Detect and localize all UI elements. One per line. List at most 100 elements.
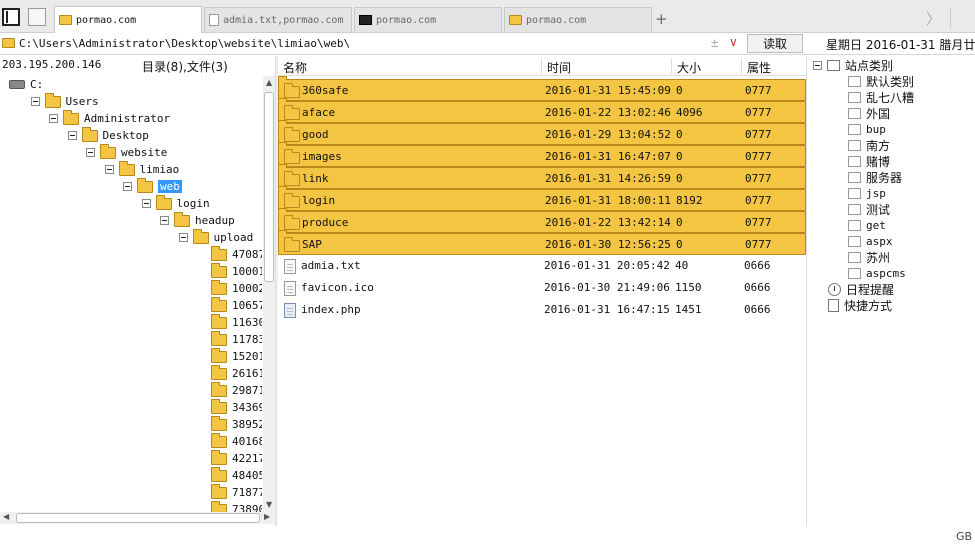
column-divider[interactable]	[671, 58, 672, 74]
tree-node[interactable]: login	[141, 194, 210, 212]
collapse-toggle-icon[interactable]	[813, 60, 822, 70]
file-row[interactable]: index.php 2016-01-31 16:47:15 1451 0666	[278, 299, 806, 321]
category-node[interactable]: 默认类别	[848, 73, 914, 89]
category-node[interactable]: aspx	[848, 233, 893, 249]
tree-node[interactable]: 10002	[211, 279, 262, 297]
tree-node[interactable]: 401683485	[211, 432, 262, 450]
file-row[interactable]: SAP 2016-01-30 12:56:25 0 0777	[278, 230, 806, 255]
column-header-name[interactable]: 名称	[283, 59, 307, 76]
column-header-size[interactable]: 大小	[677, 59, 701, 76]
file-row[interactable]: favicon.ico 2016-01-30 21:49:06 1150 0666	[278, 277, 806, 299]
file-row[interactable]: link 2016-01-31 14:26:59 0 0777	[278, 164, 806, 189]
tab-1[interactable]: pormao.com	[54, 6, 202, 33]
column-divider[interactable]	[541, 58, 542, 74]
file-row[interactable]: 360safe 2016-01-31 15:45:09 0 0777	[278, 76, 806, 101]
item-count: 目录(8),文件(3)	[142, 60, 228, 74]
tree-node[interactable]: 7187744	[211, 483, 262, 501]
category-node[interactable]: 服务器	[848, 169, 902, 185]
folder-icon	[192, 228, 209, 244]
file-row[interactable]: aface 2016-01-22 13:02:46 4096 0777	[278, 98, 806, 123]
path-input[interactable]	[19, 35, 709, 52]
tab-3[interactable]: pormao.com	[354, 7, 502, 32]
file-row[interactable]: login 2016-01-31 18:00:11 8192 0777	[278, 186, 806, 211]
tree-node[interactable]: upload	[178, 228, 253, 246]
read-button[interactable]: 读取	[747, 34, 803, 53]
file-row[interactable]: images 2016-01-31 16:47:07 0 0777	[278, 142, 806, 167]
category-node[interactable]: 苏州	[848, 249, 890, 265]
tab-4[interactable]: pormao.com	[504, 7, 652, 32]
file-row[interactable]: good 2016-01-29 13:04:52 0 0777	[278, 120, 806, 145]
tree-node[interactable]: website	[86, 143, 167, 161]
scroll-tabs-right-icon[interactable]: 〉	[926, 8, 941, 29]
collapse-toggle-icon[interactable]	[123, 182, 132, 191]
category-node[interactable]: 外国	[848, 105, 890, 121]
tree-node[interactable]: 106576177	[211, 296, 262, 314]
category-node[interactable]: 南方	[848, 137, 890, 153]
scroll-up-icon[interactable]: ▲	[266, 78, 272, 87]
tree-node[interactable]: 738904111	[211, 500, 262, 512]
category-node[interactable]: 站点类别	[813, 57, 893, 73]
tree-node[interactable]: 2987161	[211, 381, 262, 399]
plus-minus-icon[interactable]: ±	[711, 36, 718, 50]
category-node[interactable]: 乱七八糟	[848, 89, 914, 105]
collapse-toggle-icon[interactable]	[30, 97, 40, 106]
tree-node[interactable]: 10001	[211, 262, 262, 280]
category-node[interactable]: aspcms	[848, 265, 906, 281]
collapse-toggle-icon[interactable]	[178, 233, 188, 242]
scrollbar-thumb[interactable]	[16, 513, 260, 523]
folder-icon	[155, 194, 172, 210]
tree-node-label: 470878600	[232, 248, 262, 261]
tree-node[interactable]: 484050505	[211, 466, 262, 484]
scroll-right-icon[interactable]: ▶	[264, 512, 270, 521]
pane-splitter[interactable]	[806, 56, 807, 526]
scroll-down-icon[interactable]: ▼	[266, 500, 272, 509]
column-divider[interactable]	[741, 58, 742, 74]
collapse-toggle-icon[interactable]	[141, 199, 151, 208]
collapse-toggle-icon[interactable]	[104, 165, 114, 174]
collapse-toggle-icon[interactable]	[49, 114, 58, 123]
category-node[interactable]: bup	[848, 121, 886, 137]
category-node[interactable]: jsp	[848, 185, 886, 201]
tree-node[interactable]: 261611200	[211, 364, 262, 382]
category-node[interactable]: 赌博	[848, 153, 890, 169]
category-node[interactable]: get	[848, 217, 886, 233]
tree-node[interactable]: 15201	[211, 347, 262, 365]
scrollbar-thumb[interactable]	[264, 92, 274, 282]
category-node[interactable]: 测试	[848, 201, 890, 217]
tree-node[interactable]: 116304273	[211, 313, 262, 331]
square-button-icon[interactable]	[28, 8, 46, 26]
tree-node[interactable]: Administrator	[49, 109, 170, 127]
tab-menu-button[interactable]	[950, 8, 975, 28]
tree-horizontal-scrollbar[interactable]: ◀ ▶	[0, 512, 275, 524]
collapse-toggle-icon[interactable]	[67, 131, 77, 140]
tree-node[interactable]: 3895276	[211, 415, 262, 433]
category-node[interactable]: 日程提醒	[828, 281, 894, 297]
tab-2[interactable]: admia.txt,pormao.com	[204, 7, 352, 32]
tree-vertical-scrollbar[interactable]: ▲ ▼	[263, 76, 275, 512]
tree-node[interactable]: web	[123, 177, 182, 195]
tree-node-label: 2987161	[232, 384, 262, 397]
tree-node-label: C:	[30, 78, 44, 91]
column-header-time[interactable]: 时间	[547, 59, 571, 76]
tree-node[interactable]: 343696244	[211, 398, 262, 416]
tree-node[interactable]: 117839935	[211, 330, 262, 348]
tree-node[interactable]: Desktop	[67, 126, 149, 144]
chevron-down-icon[interactable]: ∨	[729, 35, 738, 49]
panel-toggle-icon[interactable]	[2, 8, 20, 26]
file-row[interactable]: produce 2016-01-22 13:42:14 0 0777	[278, 208, 806, 233]
column-header-attr[interactable]: 属性	[747, 59, 771, 76]
tree-node[interactable]: 470878600	[211, 245, 262, 263]
file-time: 2016-01-31 18:00:11	[545, 194, 671, 207]
tree-node[interactable]: C:	[9, 76, 43, 93]
tree-node[interactable]: 422174	[211, 449, 262, 467]
collapse-toggle-icon[interactable]	[160, 216, 169, 225]
tree-node[interactable]: Users	[30, 92, 99, 110]
file-row[interactable]: admia.txt 2016-01-31 20:05:42 40 0666	[278, 255, 806, 277]
category-node[interactable]: 快捷方式	[828, 297, 892, 313]
new-tab-button[interactable]: +	[655, 10, 668, 28]
tree-node[interactable]: headup	[160, 211, 235, 229]
tree-node[interactable]: limiao	[104, 160, 179, 178]
scroll-left-icon[interactable]: ◀	[3, 512, 9, 521]
collapse-toggle-icon[interactable]	[86, 148, 95, 157]
folder-icon	[211, 364, 227, 380]
